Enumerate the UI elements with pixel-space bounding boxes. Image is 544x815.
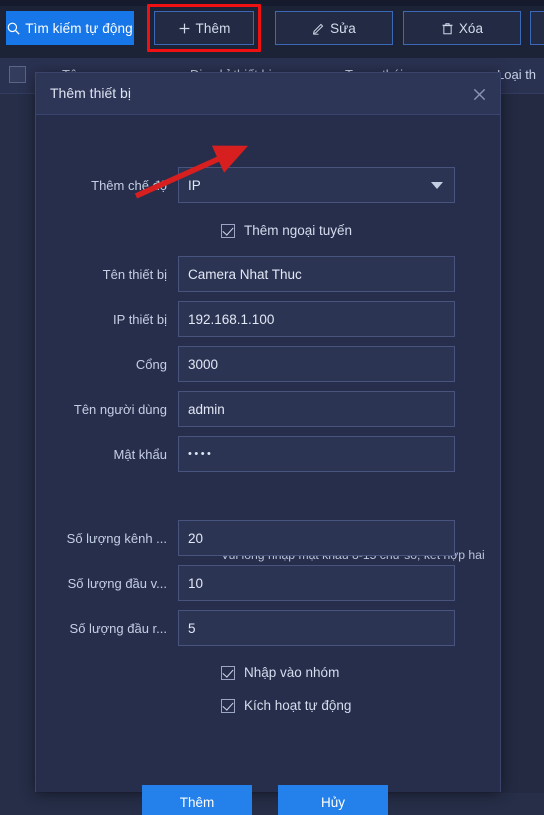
outputs-label: Số lượng đầu r...	[69, 620, 167, 636]
dialog-header: Thêm thiết bị	[36, 73, 500, 115]
checkbox-row-group[interactable]: Nhập vào nhóm	[221, 665, 339, 680]
add-device-label: Thêm	[195, 20, 231, 36]
left-rail	[0, 94, 36, 815]
channels-input[interactable]: 20	[178, 520, 455, 556]
delete-device-label: Xóa	[458, 20, 484, 36]
activate-label: Kích hoạt tự động	[244, 698, 352, 713]
application-window: Tìm kiếm tự động Thêm Sửa Xóa Loại th Th…	[0, 0, 544, 815]
cancel-button[interactable]: Hủy	[278, 785, 388, 815]
dialog-body: Thêm chế độ IP Thêm ngoại tuyến Tên thiế…	[36, 115, 500, 815]
field-row-inputs: Số lượng đầu v... 10	[56, 565, 455, 601]
field-row-ip: IP thiết bị 192.168.1.100	[56, 301, 455, 337]
password-value: ••••	[188, 448, 214, 460]
username-input[interactable]: admin	[178, 391, 455, 427]
plus-icon	[178, 22, 191, 35]
inputs-label: Số lượng đầu v...	[67, 575, 167, 591]
field-row-password: Mật khẩu ••••	[56, 436, 455, 472]
checkbox-row-offline[interactable]: Thêm ngoại tuyến	[221, 223, 352, 238]
close-icon[interactable]	[468, 83, 490, 105]
add-device-button[interactable]: Thêm	[154, 11, 254, 45]
device-name-label: Tên thiết bị	[102, 266, 167, 282]
dialog-title: Thêm thiết bị	[50, 85, 131, 101]
add-device-dialog: Thêm thiết bị Thêm chế độ IP Thêm ngoại …	[35, 72, 501, 815]
column-header-type: Loại th	[497, 67, 537, 82]
inputs-input[interactable]: 10	[178, 565, 455, 601]
channels-value: 20	[188, 530, 204, 546]
password-input[interactable]: ••••	[178, 436, 455, 472]
port-label: Cổng	[135, 356, 167, 372]
edit-device-button[interactable]: Sửa	[275, 11, 393, 45]
device-name-value: Camera Nhat Thuc	[188, 266, 302, 282]
channels-label: Số lượng kênh ...	[66, 530, 167, 546]
select-all-checkbox[interactable]	[9, 66, 26, 83]
delete-device-button[interactable]: Xóa	[403, 11, 521, 45]
field-row-username: Tên người dùng admin	[56, 391, 455, 427]
device-ip-input[interactable]: 192.168.1.100	[178, 301, 455, 337]
search-icon	[7, 22, 20, 35]
outputs-value: 5	[188, 620, 196, 636]
field-row-outputs: Số lượng đầu r... 5	[56, 610, 455, 646]
group-checkbox[interactable]	[221, 665, 235, 680]
device-ip-label: IP thiết bị	[113, 311, 167, 327]
field-row-port: Cổng 3000	[56, 346, 455, 382]
device-name-input[interactable]: Camera Nhat Thuc	[178, 256, 455, 292]
edit-device-label: Sửa	[330, 20, 356, 36]
offline-label: Thêm ngoại tuyến	[244, 223, 353, 238]
pencil-icon	[312, 22, 325, 35]
confirm-add-button[interactable]: Thêm	[142, 785, 252, 815]
checkbox-row-activate[interactable]: Kích hoạt tự động	[221, 698, 351, 713]
mode-select[interactable]: IP	[178, 167, 455, 203]
field-row-mode: Thêm chế độ IP	[56, 167, 455, 203]
inputs-value: 10	[188, 575, 204, 591]
outputs-input[interactable]: 5	[178, 610, 455, 646]
mode-value: IP	[188, 177, 201, 193]
auto-search-button[interactable]: Tìm kiếm tự động	[6, 11, 134, 45]
field-row-channels: Số lượng kênh ... 20	[56, 520, 455, 556]
trash-icon	[441, 22, 454, 35]
activate-checkbox[interactable]	[221, 698, 235, 713]
chevron-down-icon	[431, 181, 443, 189]
username-value: admin	[188, 401, 225, 417]
device-ip-value: 192.168.1.100	[188, 311, 275, 327]
password-label: Mật khẩu	[113, 446, 167, 462]
mode-label: Thêm chế độ	[91, 177, 167, 193]
port-value: 3000	[188, 356, 219, 372]
field-row-name: Tên thiết bị Camera Nhat Thuc	[56, 256, 455, 292]
more-actions-button[interactable]	[530, 11, 544, 45]
auto-search-label: Tìm kiếm tự động	[25, 20, 133, 36]
username-label: Tên người dùng	[73, 401, 167, 417]
status-bar	[0, 793, 544, 815]
group-label: Nhập vào nhóm	[244, 665, 340, 680]
offline-checkbox[interactable]	[221, 223, 235, 238]
port-input[interactable]: 3000	[178, 346, 455, 382]
